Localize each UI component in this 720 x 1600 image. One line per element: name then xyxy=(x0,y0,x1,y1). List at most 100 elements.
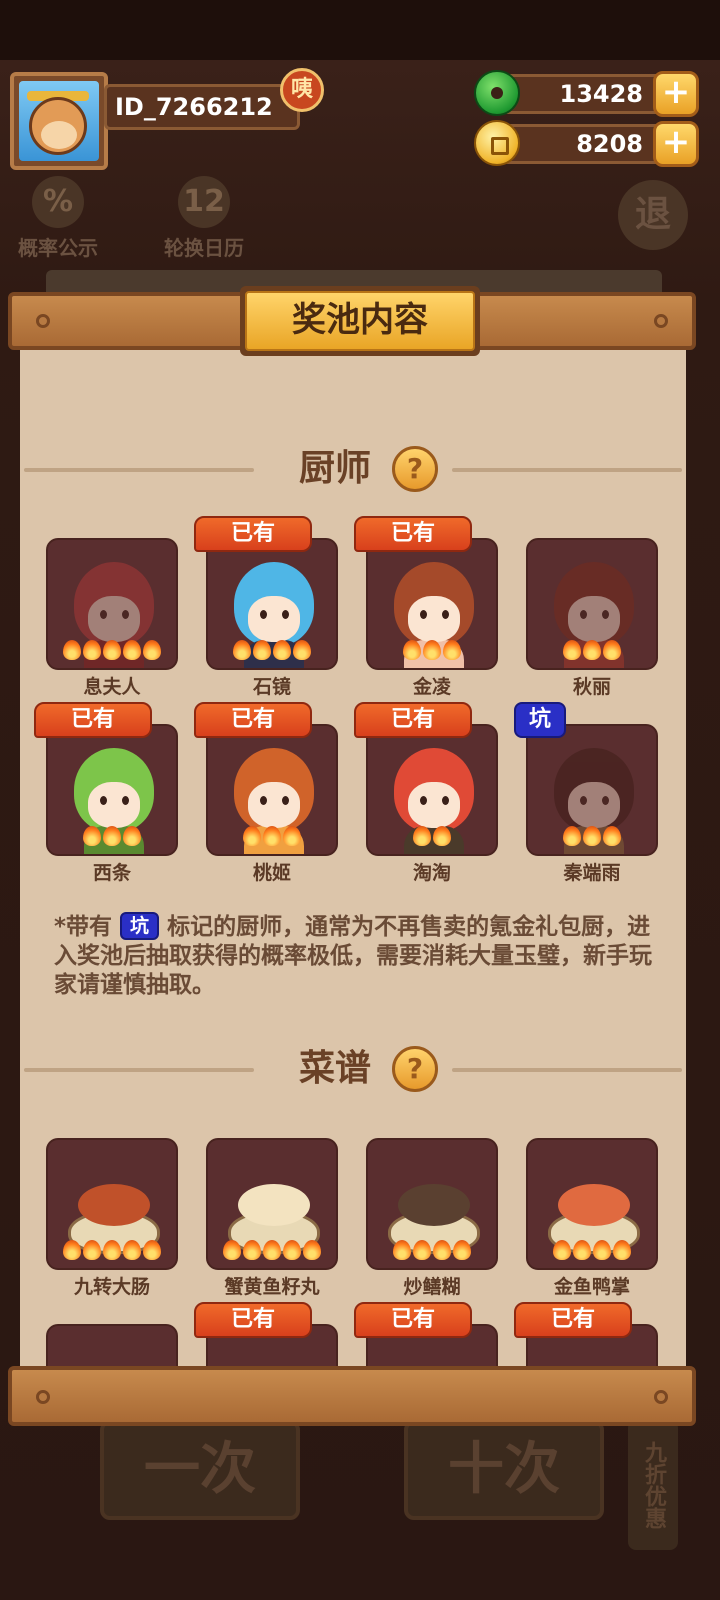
note-prefix: *带有 xyxy=(54,914,113,940)
star-rating xyxy=(208,640,336,664)
recipe-card[interactable]: 蟹黄鱼籽丸 xyxy=(206,1138,338,1299)
chef-portrait xyxy=(526,724,658,856)
star-rating xyxy=(48,1240,176,1264)
recipe-name: 蟹黄鱼籽丸 xyxy=(224,1276,320,1298)
rotation-calendar-label: 轮换日历 xyxy=(164,236,244,260)
flame-icon xyxy=(243,1240,261,1260)
owned-badge: 已有 xyxy=(34,702,152,738)
flame-icon xyxy=(603,640,621,660)
star-rating xyxy=(368,1240,496,1264)
chef-portrait xyxy=(206,724,338,856)
add-coin-button[interactable]: + xyxy=(653,121,699,167)
chef-name: 桃姬 xyxy=(252,862,291,884)
chef-portrait xyxy=(366,724,498,856)
star-rating xyxy=(528,826,656,850)
flame-icon xyxy=(453,1240,471,1260)
chef-name: 秦端雨 xyxy=(563,862,621,884)
owned-badge: 已有 xyxy=(194,702,312,738)
chef-card[interactable]: 坑秦端雨 xyxy=(514,702,658,885)
jade-icon xyxy=(474,70,520,116)
flame-icon xyxy=(303,1240,321,1260)
flame-icon xyxy=(603,826,621,846)
chef-name: 金凌 xyxy=(412,676,451,698)
monkey-avatar-icon xyxy=(19,81,99,161)
chef-card[interactable]: 已有石镜 xyxy=(194,516,338,699)
star-rating xyxy=(368,826,496,850)
star-rating xyxy=(48,640,176,664)
flame-icon xyxy=(563,826,581,846)
flame-icon xyxy=(83,640,101,660)
recipe-name: 九转大肠 xyxy=(73,1276,150,1298)
flame-icon xyxy=(83,1240,101,1260)
flame-icon xyxy=(223,1240,241,1260)
prize-pool-panel[interactable]: 厨师 ? 息夫人 已有 石镜 已有 金凌 秋丽 已有 西条 已有 桃姬 已有 淘淘坑秦端雨 *带有 坑… xyxy=(20,350,686,1370)
recipe-image xyxy=(526,1138,658,1270)
recipe-card[interactable]: 已有 xyxy=(514,1302,658,1370)
recipe-help-icon[interactable]: ? xyxy=(392,1046,438,1092)
panel-title-plate: 奖池内容 xyxy=(240,286,480,356)
player-avatar[interactable] xyxy=(10,72,108,170)
flame-icon xyxy=(103,1240,121,1260)
flame-icon xyxy=(593,1240,611,1260)
flame-icon xyxy=(143,640,161,660)
chef-card[interactable]: 已有金凌 xyxy=(354,516,498,699)
flame-icon xyxy=(413,1240,431,1260)
chef-card[interactable]: 已有桃姬 xyxy=(194,702,338,885)
flame-icon xyxy=(443,640,461,660)
owned-badge: 已有 xyxy=(514,1302,632,1338)
chef-name: 秋丽 xyxy=(572,676,611,698)
recipe-card[interactable]: 炒鳝糊 xyxy=(366,1138,498,1299)
chef-portrait xyxy=(46,724,178,856)
owned-badge: 已有 xyxy=(194,516,312,552)
flame-icon xyxy=(563,640,581,660)
recipe-card[interactable]: 已有 xyxy=(194,1302,338,1370)
flame-icon xyxy=(263,1240,281,1260)
chef-section-header: 厨师 ? xyxy=(20,444,686,494)
chef-name: 石镜 xyxy=(252,676,291,698)
recipe-card[interactable] xyxy=(46,1324,178,1370)
recipe-name: 金鱼鸭掌 xyxy=(553,1276,630,1298)
discount-tag: 九折优惠 xyxy=(628,1420,678,1550)
chef-portrait xyxy=(46,538,178,670)
chef-card[interactable]: 息夫人 xyxy=(46,538,178,699)
chef-card[interactable]: 已有 西条 xyxy=(34,702,178,885)
percent-icon: % xyxy=(32,176,84,228)
jade-amount: 13428 xyxy=(559,80,644,108)
recipe-card[interactable]: 已有 xyxy=(354,1302,498,1370)
star-rating xyxy=(528,640,656,664)
flame-icon xyxy=(103,826,121,846)
chef-help-icon[interactable]: ? xyxy=(392,446,438,492)
chef-section-title: 厨师 xyxy=(298,448,371,489)
dish-icon xyxy=(558,1184,630,1226)
note-pit-badge: 坑 xyxy=(120,912,160,940)
chef-card[interactable]: 已有 淘淘 xyxy=(354,702,498,885)
chef-name: 淘淘 xyxy=(412,862,451,884)
flame-icon xyxy=(573,1240,591,1260)
add-jade-button[interactable]: + xyxy=(653,71,699,117)
panel-bottom-beam[interactable] xyxy=(8,1366,696,1426)
flame-icon xyxy=(123,826,141,846)
draw-ten-button: 十次 xyxy=(404,1420,604,1520)
flame-icon xyxy=(433,1240,451,1260)
coin-icon xyxy=(474,120,520,166)
flame-icon xyxy=(123,1240,141,1260)
flame-icon xyxy=(283,1240,301,1260)
owned-badge: 已有 xyxy=(354,516,472,552)
flame-icon xyxy=(283,826,301,846)
calendar-icon: 12 xyxy=(178,176,230,228)
pit-chef-note: *带有 坑 标记的厨师，通常为不再售卖的氪金礼包厨，进入奖池后抽取获得的概率极低… xyxy=(54,912,658,1000)
flame-icon xyxy=(83,826,101,846)
chef-card[interactable]: 秋丽 xyxy=(526,538,658,699)
recipe-image xyxy=(46,1138,178,1270)
panel-title: 奖池内容 xyxy=(245,291,475,351)
probability-tool: % 概率公示 xyxy=(18,176,98,261)
recipe-image xyxy=(206,1138,338,1270)
flame-icon xyxy=(243,826,261,846)
flame-icon xyxy=(103,640,121,660)
flame-icon xyxy=(553,1240,571,1260)
recipe-card[interactable]: 金鱼鸭掌 xyxy=(526,1138,658,1299)
draw-once-button: 一次 xyxy=(100,1420,300,1520)
recipe-card[interactable]: 九转大肠 xyxy=(46,1138,178,1299)
exit-icon: 退 xyxy=(618,180,688,250)
star-rating xyxy=(528,1240,656,1264)
